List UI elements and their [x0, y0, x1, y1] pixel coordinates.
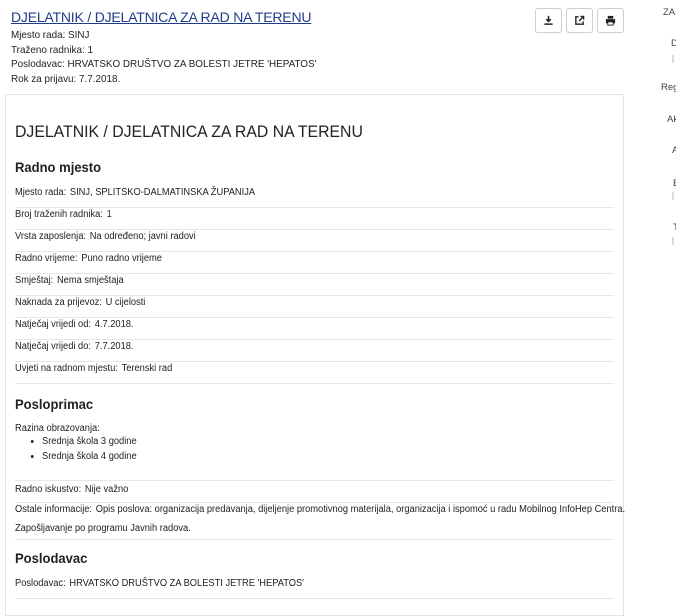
- list-item: Srednja škola 3 godine: [42, 435, 137, 450]
- sidebar-item[interactable]: ZAŠ: [663, 7, 676, 18]
- section-radno-mjesto: Radno mjesto: [15, 159, 102, 175]
- section-posloprimac: Posloprimac: [15, 396, 94, 412]
- education-list: Srednja škola 3 godine Srednja škola 4 g…: [30, 435, 144, 464]
- sidebar-marker: [672, 237, 674, 245]
- share-button[interactable]: [566, 8, 593, 33]
- job-summary: DJELATNIK / DJELATNICA ZA RAD NA TERENU …: [11, 9, 531, 86]
- summary-location: Mjesto rada: SINJ: [11, 29, 90, 41]
- detail-row: Radno vrijeme: Puno radno vrijeme: [15, 252, 614, 274]
- summary-workers: Traženo radnika: 1: [11, 43, 93, 56]
- detail-row: Smještaj: Nema smještaja: [15, 274, 614, 296]
- education-label: Razina obrazovanja:: [15, 423, 100, 434]
- detail-row: Natječaj vrijedi do: 7.7.2018.: [15, 340, 614, 362]
- detail-row: Naknada za prijevoz: U cijelosti: [15, 296, 614, 318]
- action-buttons: [535, 8, 624, 33]
- detail-title: DJELATNIK / DJELATNICA ZA RAD NA TERENU: [15, 122, 363, 141]
- summary-deadline: Rok za prijavu: 7.7.2018.: [11, 72, 121, 85]
- sidebar-marker: [672, 192, 674, 200]
- detail-row: Natječaj vrijedi od: 4.7.2018.: [15, 318, 614, 340]
- detail-row: Vrsta zaposlenja: Na određeno; javni rado…: [15, 230, 614, 252]
- download-icon: [544, 15, 553, 25]
- detail-row: Mjesto rada: SINJ, SPLITSKO-DALMATINSKA Ž…: [15, 186, 614, 208]
- job-title-link[interactable]: DJELATNIK / DJELATNICA ZA RAD NA TERENU: [11, 9, 531, 25]
- sidebar-item[interactable]: Ak: [667, 114, 676, 125]
- sidebar-marker: [672, 55, 674, 63]
- list-item: Srednja škola 4 godine: [42, 450, 137, 465]
- other-info-extra: Zapošljavanje po programu Javnih radova.: [15, 522, 614, 540]
- print-icon: [605, 15, 616, 26]
- detail-row: Broj traženih radnika: 1: [15, 208, 614, 230]
- section-poslodavac: Poslodavac: [15, 550, 88, 566]
- summary-employer: Poslodavac: HRVATSKO DRUŠTVO ZA BOLESTI …: [11, 58, 317, 70]
- detail-row: Radno iskustvo: Nije važno: [15, 480, 614, 503]
- external-link-icon: [575, 15, 585, 25]
- print-button[interactable]: [597, 8, 624, 33]
- detail-row: Poslodavac: HRVATSKO DRUŠTVO ZA BOLESTI J…: [15, 577, 614, 599]
- detail-row: Uvjeti na radnom mjestu: Terenski rad: [15, 362, 614, 384]
- sidebar-item[interactable]: Regi: [661, 82, 676, 93]
- right-sidebar: ZAŠ D Regi Ak A E T: [628, 0, 676, 600]
- other-info: Ostale informacije: Opis poslova: organiz…: [15, 504, 626, 515]
- sidebar-item[interactable]: A: [672, 145, 676, 156]
- job-detail-card: DJELATNIK / DJELATNICA ZA RAD NA TERENU …: [5, 94, 626, 616]
- sidebar-item[interactable]: D: [671, 38, 676, 49]
- download-button[interactable]: [535, 8, 562, 33]
